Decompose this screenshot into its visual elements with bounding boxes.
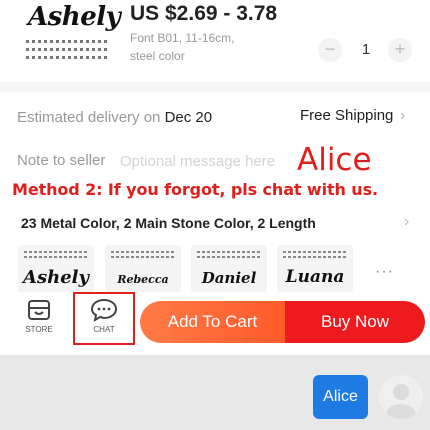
chat-preview-area: Alice xyxy=(0,355,430,430)
delivery-row[interactable]: Estimated delivery on Dec 20 Free Shippi… xyxy=(0,100,430,136)
handwritten-annotation: Alice xyxy=(297,142,372,178)
swatch-label: Luana xyxy=(285,267,345,287)
store-icon xyxy=(28,300,50,320)
price-range: US $2.69 - 3.78 xyxy=(130,2,278,25)
delivery-label: Estimated delivery on xyxy=(17,109,161,126)
quantity-stepper: − 1 + xyxy=(318,38,413,64)
chat-button[interactable]: CHAT xyxy=(73,292,135,345)
variant-swatch[interactable]: Daniel xyxy=(191,245,267,293)
variant-swatch[interactable]: Rebecca xyxy=(105,245,181,293)
buy-now-button[interactable]: Buy Now xyxy=(285,301,425,343)
note-label: Note to seller xyxy=(17,152,106,169)
bottom-action-bar: STORE CHAT Add To Cart Buy Now xyxy=(0,292,430,352)
product-summary: Ashely US $2.69 - 3.78 Font B01, 11-16cm… xyxy=(0,0,430,80)
shipping-option[interactable]: Free Shipping xyxy=(300,107,393,124)
product-thumbnail[interactable]: Ashely xyxy=(18,0,121,78)
store-button[interactable]: STORE xyxy=(14,298,64,346)
variant-options-title[interactable]: 23 Metal Color, 2 Main Stone Color, 2 Le… xyxy=(21,215,316,231)
variant-swatch[interactable]: Luana xyxy=(277,245,353,293)
section-divider xyxy=(0,82,430,92)
quantity-decrease-button[interactable]: − xyxy=(318,38,342,62)
thumbnail-script-text: Ashely xyxy=(28,2,121,32)
add-to-cart-button[interactable]: Add To Cart xyxy=(140,301,285,343)
estimated-delivery: Estimated delivery on Dec 20 xyxy=(17,109,212,126)
store-label: STORE xyxy=(25,325,53,334)
more-swatches-indicator[interactable]: ··· xyxy=(375,263,394,281)
note-input[interactable] xyxy=(120,148,295,174)
quantity-increase-button[interactable]: + xyxy=(388,38,412,62)
delivery-date: Dec 20 xyxy=(164,109,213,126)
chat-message-bubble[interactable]: Alice xyxy=(313,375,368,419)
variant-swatches: Ashely Rebecca Daniel Luana ··· xyxy=(18,245,418,295)
chat-label: CHAT xyxy=(93,325,115,334)
variant-swatch[interactable]: Ashely xyxy=(18,245,94,293)
swatch-label: Daniel xyxy=(201,269,257,287)
instruction-annotation: Method 2: If you forgot, pls chat with u… xyxy=(12,180,378,199)
selected-variant-font: Font B01, 11-16cm, xyxy=(130,31,235,45)
swatch-label: Rebecca xyxy=(117,273,169,286)
user-avatar-icon xyxy=(379,375,423,419)
thumbnail-dots xyxy=(26,40,110,64)
chevron-right-icon: › xyxy=(400,107,406,124)
quantity-value[interactable]: 1 xyxy=(354,41,378,58)
chat-icon xyxy=(90,298,118,322)
swatch-label: Ashely xyxy=(23,267,89,288)
chevron-right-icon[interactable]: › xyxy=(404,213,409,231)
note-to-seller-row: Note to seller Alice xyxy=(0,142,430,180)
selected-variant-color: steel color xyxy=(130,49,185,63)
